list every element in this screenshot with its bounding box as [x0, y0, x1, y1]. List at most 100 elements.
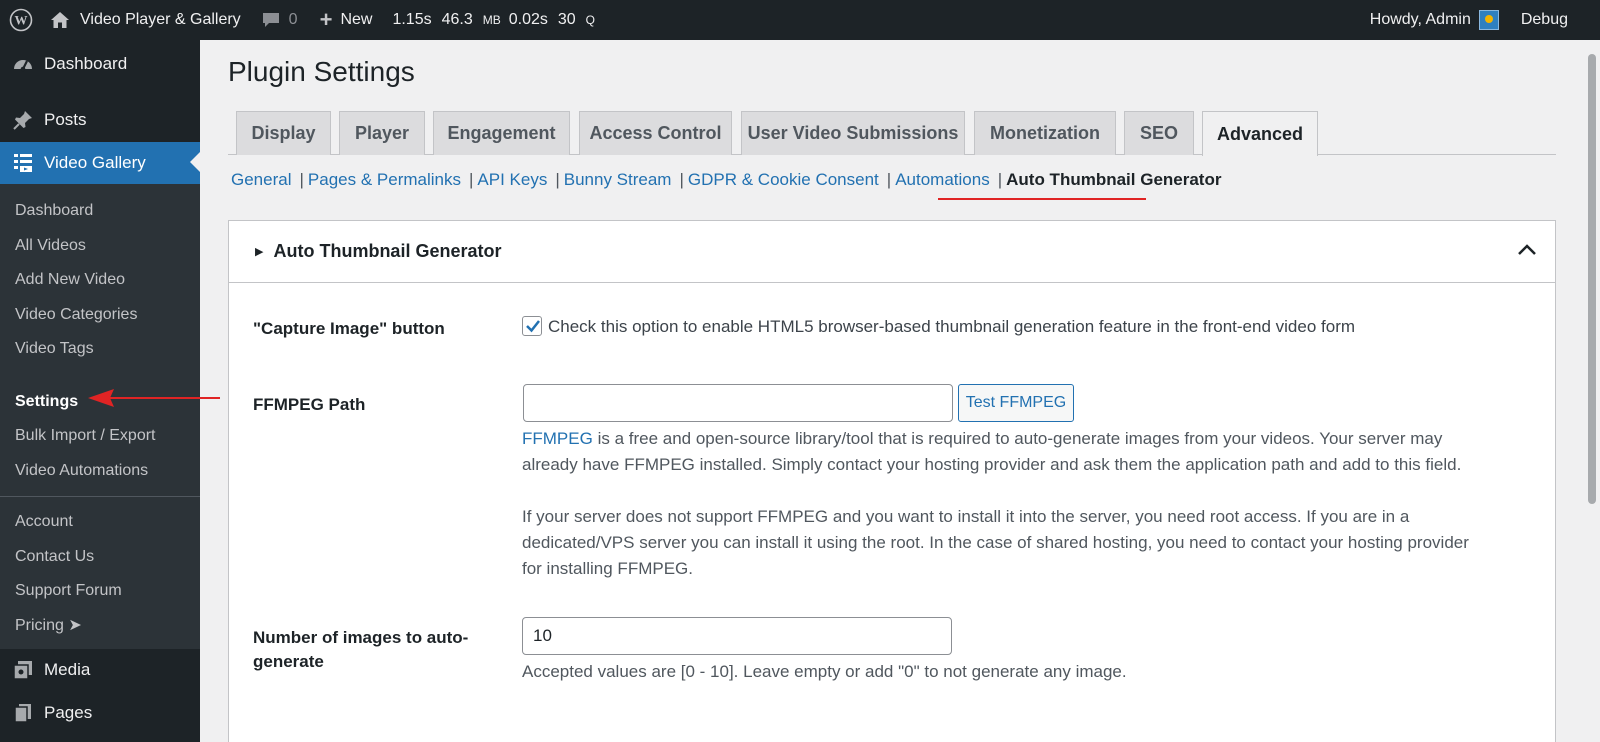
- submenu-video-automations[interactable]: Video Automations: [0, 454, 200, 489]
- ffmpeg-path-label: FFMPEG Path: [253, 395, 366, 414]
- subnav-pages-permalinks[interactable]: Pages & Permalinks: [308, 170, 461, 190]
- pushpin-icon: [11, 108, 35, 132]
- subnav-separator: |: [886, 170, 892, 189]
- submenu-divider: [0, 496, 200, 497]
- tab-user-video-submissions[interactable]: User Video Submissions: [741, 111, 965, 155]
- subnav-general[interactable]: General: [231, 170, 291, 190]
- plus-icon: +: [319, 7, 333, 32]
- sidebar-label-video-gallery: Video Gallery: [44, 153, 146, 172]
- ffmpeg-description-2: If your server does not support FFMPEG a…: [522, 507, 1469, 578]
- sidebar-item-pages[interactable]: Pages: [0, 693, 200, 733]
- subnav-gdpr-cookie-consent[interactable]: GDPR & Cookie Consent: [688, 170, 879, 190]
- perf-queries: 30 Q: [558, 11, 595, 29]
- sidebar-label-pages: Pages: [44, 703, 93, 722]
- ffmpeg-link[interactable]: FFMPEG: [522, 429, 593, 448]
- admin-bar-right: Howdy, Admin Debug: [1362, 0, 1600, 40]
- submenu-contact-us[interactable]: Contact Us: [0, 540, 200, 575]
- sidebar-label-dashboard: Dashboard: [44, 54, 128, 73]
- subnav-automations[interactable]: Automations: [895, 170, 990, 190]
- avatar: [1478, 10, 1499, 30]
- perf-queries-unit: Q: [585, 13, 596, 27]
- my-account-link[interactable]: Howdy, Admin: [1362, 0, 1507, 40]
- admin-bar: W Video Player & Gallery 0 + New 1.15s 4…: [0, 0, 1600, 40]
- tab-access-control[interactable]: Access Control: [579, 111, 732, 155]
- sidebar-item-video-gallery[interactable]: Video Gallery: [0, 142, 200, 184]
- submenu-add-new-video[interactable]: Add New Video: [0, 263, 200, 298]
- num-images-input[interactable]: 10: [522, 617, 952, 655]
- tab-player[interactable]: Player: [339, 111, 425, 155]
- wordpress-logo-icon[interactable]: W: [0, 0, 42, 40]
- subnav-separator: |: [997, 170, 1003, 189]
- submenu-support-forum[interactable]: Support Forum: [0, 574, 200, 609]
- perf-memory-unit: MB: [482, 13, 501, 27]
- comment-bubble-icon: [261, 11, 281, 29]
- subnav-bunny-stream[interactable]: Bunny Stream: [564, 170, 672, 190]
- media-icon: [11, 658, 35, 682]
- sidebar-item-media[interactable]: Media: [0, 650, 200, 690]
- num-images-label: Number of images to auto-generate: [253, 628, 469, 671]
- ffmpeg-path-input[interactable]: [523, 384, 953, 422]
- test-ffmpeg-button[interactable]: Test FFMPEG: [958, 384, 1074, 422]
- capture-image-field: Check this option to enable HTML5 browse…: [522, 314, 1355, 340]
- site-name: Video Player & Gallery: [80, 11, 241, 28]
- capture-image-description: Check this option to enable HTML5 browse…: [548, 317, 1356, 336]
- subnav-separator: |: [679, 170, 684, 189]
- panel-title: Auto Thumbnail Generator: [273, 241, 502, 261]
- sidebar-label-posts: Posts: [44, 110, 87, 129]
- svg-text:W: W: [15, 13, 28, 28]
- perf-memory-value: 46.3: [441, 11, 473, 28]
- capture-image-label: "Capture Image" button: [253, 319, 445, 338]
- ffmpeg-description-1: FFMPEG is a free and open-source library…: [522, 426, 1492, 478]
- scrollbar-thumb[interactable]: [1588, 54, 1596, 504]
- video-gallery-icon: [11, 151, 35, 175]
- tab-monetization[interactable]: Monetization: [974, 111, 1116, 155]
- main-content: Plugin Settings Display Player Engagemen…: [200, 40, 1600, 742]
- ffmpeg-description-text: is a free and open-source library/tool t…: [522, 429, 1462, 474]
- debug-link[interactable]: Debug: [1513, 0, 1600, 40]
- debug-label: Debug: [1520, 11, 1568, 28]
- site-name-link[interactable]: Video Player & Gallery: [42, 0, 249, 40]
- submenu-account[interactable]: Account: [0, 505, 200, 540]
- perf-memory: 46.3 MB: [442, 11, 501, 29]
- panel-header[interactable]: ▶ Auto Thumbnail Generator: [229, 221, 1555, 283]
- query-monitor-stats[interactable]: 1.15s 46.3 MB 0.02s 30 Q: [384, 0, 613, 40]
- subnav-separator: |: [468, 170, 474, 189]
- submenu-video-tags[interactable]: Video Tags: [0, 332, 200, 367]
- tab-display[interactable]: Display: [236, 111, 331, 155]
- page-scrollbar[interactable]: [1584, 40, 1600, 742]
- tab-engagement[interactable]: Engagement: [433, 111, 570, 155]
- capture-image-checkbox[interactable]: [522, 316, 542, 336]
- subnav-separator: |: [555, 170, 560, 189]
- settings-panel: ▶ Auto Thumbnail Generator "Capture Imag…: [228, 220, 1556, 742]
- submenu-bulk-import-export[interactable]: Bulk Import / Export: [0, 419, 200, 454]
- sidebar-item-posts[interactable]: Posts: [0, 100, 200, 140]
- tab-advanced[interactable]: Advanced: [1202, 111, 1318, 156]
- comments-link[interactable]: 0: [253, 0, 306, 40]
- advanced-subnav: General | Pages & Permalinks | API Keys …: [228, 170, 1221, 190]
- settings-tabs: Display Player Engagement Access Control…: [228, 110, 1556, 156]
- home-icon: [50, 11, 70, 29]
- comments-count: 0: [288, 11, 298, 28]
- subnav-api-keys[interactable]: API Keys: [477, 170, 547, 190]
- perf-time: 1.15s: [392, 11, 432, 28]
- submenu-all-videos[interactable]: All Videos: [0, 229, 200, 264]
- sidebar-label-media: Media: [44, 660, 91, 679]
- new-label: New: [340, 11, 373, 28]
- perf-query-time: 0.02s: [508, 11, 548, 28]
- disclosure-triangle-icon: ▶: [255, 246, 264, 258]
- tab-seo[interactable]: SEO: [1124, 111, 1194, 155]
- howdy-text: Howdy, Admin: [1369, 11, 1471, 28]
- num-images-description: Accepted values are [0 - 10]. Leave empt…: [522, 662, 1127, 681]
- submenu-pricing[interactable]: Pricing ➤: [0, 609, 200, 644]
- subnav-separator: |: [299, 170, 304, 189]
- subnav-auto-thumbnail-generator[interactable]: Auto Thumbnail Generator: [1006, 170, 1221, 190]
- submenu-video-categories[interactable]: Video Categories: [0, 298, 200, 333]
- submenu-dashboard[interactable]: Dashboard: [0, 194, 200, 229]
- sidebar-item-dashboard[interactable]: Dashboard: [0, 44, 200, 84]
- annotation-underline: [938, 198, 1146, 200]
- chevron-up-icon[interactable]: [1517, 241, 1537, 262]
- perf-queries-value: 30: [557, 11, 576, 28]
- pages-icon: [11, 701, 35, 725]
- new-content-button[interactable]: + New: [312, 0, 381, 40]
- video-gallery-submenu: Dashboard All Videos Add New Video Video…: [0, 184, 200, 649]
